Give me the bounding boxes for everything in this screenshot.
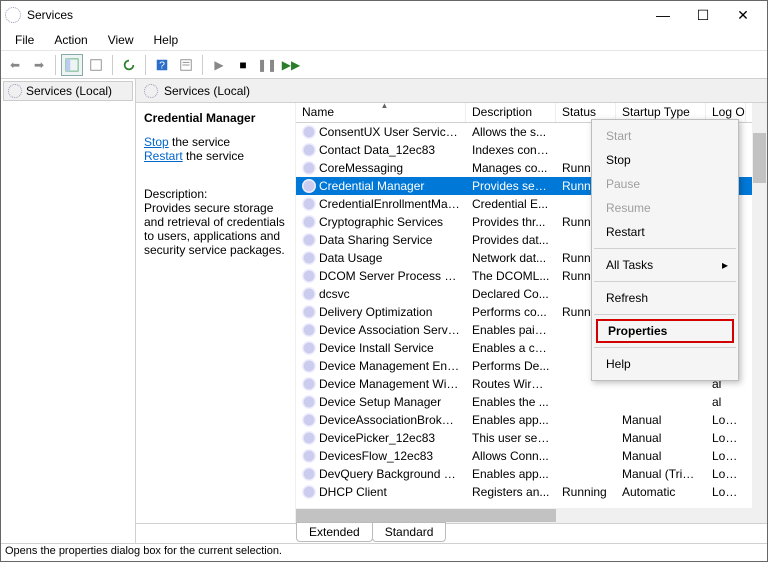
ctx-resume: Resume xyxy=(592,196,738,220)
col-name[interactable]: Name▲ xyxy=(296,103,466,122)
menu-bar: File Action View Help xyxy=(1,29,767,51)
services-icon xyxy=(5,7,21,23)
service-icon xyxy=(302,179,316,193)
tree-pane: Services (Local) xyxy=(1,79,136,543)
service-icon xyxy=(302,143,316,157)
show-hide-tree-button[interactable] xyxy=(61,54,83,76)
menu-action[interactable]: Action xyxy=(44,31,97,49)
selected-service-name: Credential Manager xyxy=(144,111,287,125)
service-row[interactable]: DevicesFlow_12ec83Allows Conn...ManualLo… xyxy=(296,447,767,465)
service-icon xyxy=(302,215,316,229)
ctx-stop[interactable]: Stop xyxy=(592,148,738,172)
window-title: Services xyxy=(27,8,73,22)
menu-file[interactable]: File xyxy=(5,31,44,49)
service-icon xyxy=(302,341,316,355)
service-icon xyxy=(302,467,316,481)
back-button[interactable]: ⬅ xyxy=(4,54,26,76)
service-row[interactable]: DevQuery Background Disc...Enables app..… xyxy=(296,465,767,483)
status-bar: Opens the properties dialog box for the … xyxy=(1,543,767,561)
help-button[interactable]: ? xyxy=(151,54,173,76)
service-icon xyxy=(302,449,316,463)
ctx-help[interactable]: Help xyxy=(592,352,738,376)
service-icon xyxy=(302,125,316,139)
service-icon xyxy=(302,251,316,265)
ctx-properties[interactable]: Properties xyxy=(596,319,734,343)
ctx-refresh[interactable]: Refresh xyxy=(592,286,738,310)
gear-icon xyxy=(8,84,22,98)
service-row[interactable]: DeviceAssociationBroker_12...Enables app… xyxy=(296,411,767,429)
service-detail-panel: Credential Manager Stop the service Rest… xyxy=(136,103,296,523)
refresh-button[interactable] xyxy=(118,54,140,76)
stop-service-link[interactable]: Stop xyxy=(144,135,169,149)
service-icon xyxy=(302,359,316,373)
service-icon xyxy=(302,287,316,301)
maximize-button[interactable]: ☐ xyxy=(683,3,723,27)
svg-text:?: ? xyxy=(159,59,165,71)
service-icon xyxy=(302,377,316,391)
service-row[interactable]: DHCP ClientRegisters an...RunningAutomat… xyxy=(296,483,767,501)
vertical-scrollbar[interactable] xyxy=(752,103,767,523)
forward-button[interactable]: ➡ xyxy=(28,54,50,76)
gear-icon xyxy=(144,84,158,98)
service-list[interactable]: Name▲ Description Status Startup Type Lo… xyxy=(296,103,767,523)
title-bar: Services — ☐ ✕ xyxy=(1,1,767,29)
service-icon xyxy=(302,305,316,319)
details-header-title: Services (Local) xyxy=(164,84,250,98)
details-pane: Services (Local) Credential Manager Stop… xyxy=(136,79,767,543)
description-label: Description: xyxy=(144,187,287,201)
service-icon xyxy=(302,431,316,445)
minimize-button[interactable]: — xyxy=(643,3,683,27)
service-icon xyxy=(302,197,316,211)
ctx-restart[interactable]: Restart xyxy=(592,220,738,244)
export-list-button[interactable] xyxy=(85,54,107,76)
main-area: Services (Local) Services (Local) Creden… xyxy=(1,79,767,543)
service-row[interactable]: Device Setup ManagerEnables the ...al xyxy=(296,393,767,411)
menu-view[interactable]: View xyxy=(98,31,144,49)
restart-service-button[interactable]: ▶▶ xyxy=(280,54,302,76)
details-header: Services (Local) xyxy=(136,79,767,103)
tree-root-label: Services (Local) xyxy=(26,84,112,98)
properties-button[interactable] xyxy=(175,54,197,76)
close-button[interactable]: ✕ xyxy=(723,3,763,27)
restart-service-link[interactable]: Restart xyxy=(144,149,183,163)
service-row[interactable]: DevicePicker_12ec83This user ser...Manua… xyxy=(296,429,767,447)
toolbar: ⬅ ➡ ? ▶ ■ ❚❚ ▶▶ xyxy=(1,51,767,79)
ctx-pause: Pause xyxy=(592,172,738,196)
service-icon xyxy=(302,269,316,283)
tab-standard[interactable]: Standard xyxy=(372,522,447,542)
start-service-button[interactable]: ▶ xyxy=(208,54,230,76)
service-icon xyxy=(302,413,316,427)
bottom-tabs: Extended Standard xyxy=(136,523,767,543)
service-icon xyxy=(302,233,316,247)
col-description[interactable]: Description xyxy=(466,103,556,122)
service-icon xyxy=(302,323,316,337)
pause-service-button[interactable]: ❚❚ xyxy=(256,54,278,76)
service-icon xyxy=(302,485,316,499)
tree-root-services-local[interactable]: Services (Local) xyxy=(3,81,133,101)
ctx-start: Start xyxy=(592,124,738,148)
ctx-all-tasks[interactable]: All Tasks▸ xyxy=(592,253,738,277)
tab-extended[interactable]: Extended xyxy=(296,522,373,542)
service-icon xyxy=(302,395,316,409)
sort-indicator-icon: ▲ xyxy=(381,103,389,110)
horizontal-scrollbar[interactable] xyxy=(296,508,752,523)
context-menu: Start Stop Pause Resume Restart All Task… xyxy=(591,119,739,381)
service-icon xyxy=(302,161,316,175)
chevron-right-icon: ▸ xyxy=(722,258,728,272)
menu-help[interactable]: Help xyxy=(144,31,189,49)
description-text: Provides secure storage and retrieval of… xyxy=(144,201,287,257)
stop-service-button[interactable]: ■ xyxy=(232,54,254,76)
